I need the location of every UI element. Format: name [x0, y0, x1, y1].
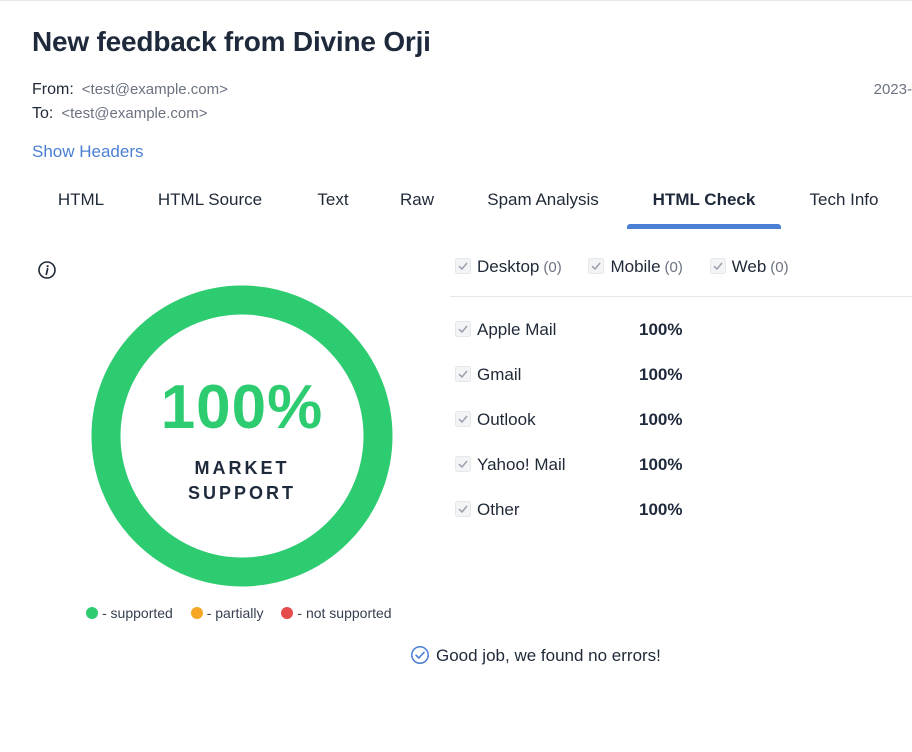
- client-name: Outlook: [477, 410, 536, 429]
- client-percent: 100%: [639, 455, 683, 474]
- tab-html-check[interactable]: HTML Check: [627, 180, 781, 229]
- filter-web-label: Web: [731, 257, 767, 276]
- legend-supported: - supported: [86, 605, 173, 621]
- to-row: To: <test@example.com>: [32, 105, 207, 123]
- not-supported-dot: [281, 607, 294, 619]
- checkbox-icon[interactable]: [455, 321, 471, 337]
- email-date: 2023-: [873, 81, 912, 98]
- legend-not-supported: - not supported: [281, 605, 392, 621]
- info-icon[interactable]: [37, 260, 57, 280]
- show-headers-link[interactable]: Show Headers: [32, 142, 144, 162]
- checkbox-icon[interactable]: [588, 258, 605, 274]
- client-percent: 100%: [639, 320, 683, 339]
- filter-desktop-count: (0): [543, 259, 562, 276]
- checkbox-icon[interactable]: [709, 258, 726, 274]
- support-caption-line2: SUPPORT: [187, 483, 296, 503]
- client-percent: 100%: [639, 500, 683, 519]
- filter-web[interactable]: Web (0): [709, 257, 789, 277]
- checkbox-icon[interactable]: [455, 258, 471, 274]
- from-label: From:: [32, 81, 74, 98]
- support-legend: - supported - partially - not supported: [86, 605, 406, 621]
- checkbox-icon[interactable]: [455, 366, 471, 382]
- filter-mobile-count: (0): [664, 259, 683, 276]
- checkbox-icon[interactable]: [455, 411, 471, 427]
- filter-mobile[interactable]: Mobile (0): [588, 257, 683, 277]
- result-message: Good job, we found no errors!: [410, 645, 661, 666]
- checkbox-icon[interactable]: [455, 501, 471, 517]
- support-percent: 100%: [160, 373, 324, 442]
- legend-partially: - partially: [190, 605, 264, 621]
- partially-dot: [190, 607, 203, 619]
- filters-divider: [450, 296, 912, 297]
- supported-dot: [86, 607, 98, 619]
- filter-desktop[interactable]: Desktop (0): [455, 257, 562, 277]
- from-row: From: <test@example.com>: [32, 81, 228, 99]
- checkbox-icon[interactable]: [455, 456, 471, 472]
- tab-bar: HTML HTML Source Text Raw Spam Analysis …: [32, 180, 912, 230]
- tab-tech-info[interactable]: Tech Info: [794, 180, 894, 228]
- to-address: <test@example.com>: [61, 105, 208, 122]
- result-text: Good job, we found no errors!: [436, 646, 661, 665]
- client-percent: 100%: [639, 365, 683, 384]
- tab-html[interactable]: HTML: [32, 180, 130, 228]
- client-name: Yahoo! Mail: [477, 455, 566, 474]
- from-address: <test@example.com>: [81, 81, 228, 98]
- top-divider: [0, 0, 912, 1]
- tab-text[interactable]: Text: [300, 180, 366, 228]
- tab-spam-analysis[interactable]: Spam Analysis: [472, 180, 614, 228]
- filter-mobile-label: Mobile: [610, 257, 661, 276]
- client-percent: 100%: [639, 410, 683, 429]
- to-label: To:: [32, 105, 54, 122]
- platform-filters: Desktop (0) Mobile (0) Web (0): [455, 257, 811, 277]
- check-circle-icon: [411, 646, 429, 664]
- support-caption-line1: MARKET: [194, 458, 290, 478]
- filter-web-count: (0): [770, 259, 789, 276]
- client-name: Apple Mail: [477, 320, 557, 339]
- tab-html-source[interactable]: HTML Source: [140, 180, 280, 228]
- tab-raw[interactable]: Raw: [388, 180, 446, 228]
- email-subject: New feedback from Divine Orji: [32, 26, 431, 57]
- filter-desktop-label: Desktop: [477, 257, 540, 276]
- support-caption: MARKET SUPPORT: [90, 456, 394, 506]
- client-name: Gmail: [477, 365, 522, 384]
- client-name: Other: [477, 500, 520, 519]
